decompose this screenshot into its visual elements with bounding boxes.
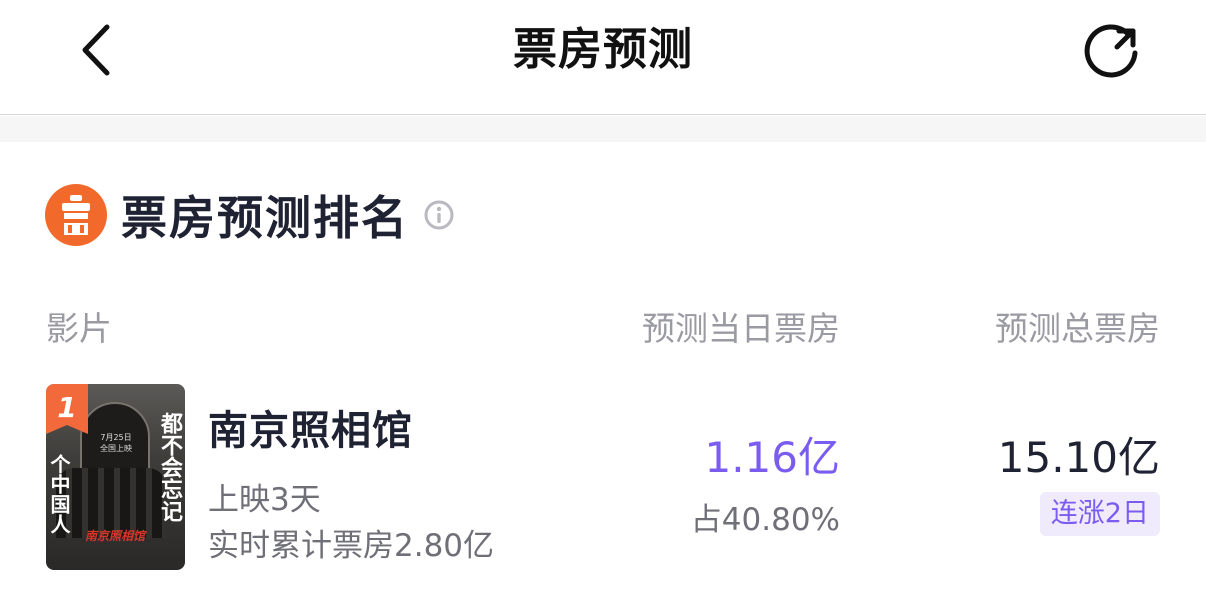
trend-badge: 连涨2日 bbox=[1039, 492, 1160, 536]
poster-date-line1: 7月25日 bbox=[100, 433, 132, 442]
cumulative-box-office: 实时累计票房2.80亿 bbox=[208, 528, 495, 564]
info-icon[interactable] bbox=[423, 199, 455, 231]
poster-tagline-right: 都不会忘记 bbox=[157, 412, 182, 522]
poster-release-date: 7月25日 全国上映 bbox=[94, 432, 138, 454]
refresh-button[interactable] bbox=[1078, 18, 1146, 82]
column-header-total-forecast[interactable]: 预测总票房 bbox=[995, 306, 1160, 352]
section-divider bbox=[0, 116, 1206, 142]
section-header: 票房预测排名 bbox=[45, 184, 455, 246]
box-office-icon bbox=[45, 184, 107, 246]
movie-poster: 7月25日 全国上映 都不会忘记 个中国人 南京照相馆 1 bbox=[46, 384, 185, 570]
today-forecast-share: 占40.80% bbox=[690, 502, 840, 538]
page-title: 票房预测 bbox=[513, 24, 693, 75]
poster-title-text: 南京照相馆 bbox=[84, 529, 145, 543]
film-title[interactable]: 南京照相馆 bbox=[208, 398, 413, 456]
poster-tagline-left: 个中国人 bbox=[47, 454, 71, 534]
ranking-row[interactable]: 7月25日 全国上映 都不会忘记 个中国人 南京照相馆 1 南京照相馆 上映3天… bbox=[0, 380, 1206, 575]
poster-date-line2: 全国上映 bbox=[100, 444, 132, 453]
column-header-film: 影片 bbox=[46, 309, 112, 348]
navigation-bar: 票房预测 bbox=[0, 0, 1206, 115]
column-header-today-forecast[interactable]: 预测当日票房 bbox=[642, 306, 840, 352]
section-title: 票房预测排名 bbox=[121, 191, 409, 245]
today-forecast-value: 1.16亿 bbox=[704, 433, 840, 482]
total-forecast-value: 15.10亿 bbox=[997, 433, 1160, 482]
rank-badge: 1 bbox=[46, 384, 88, 434]
refresh-icon bbox=[1084, 24, 1138, 78]
release-days: 上映3天 bbox=[208, 482, 321, 518]
